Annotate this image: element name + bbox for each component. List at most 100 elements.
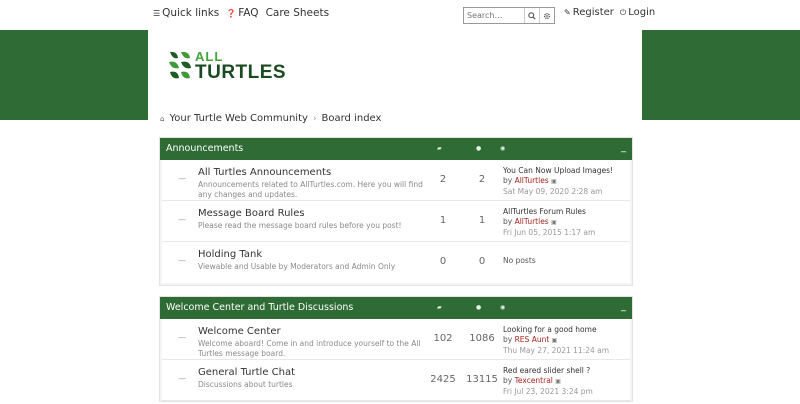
search-input[interactable] (464, 8, 524, 23)
top-nav-right: ✎ Register ⏻ Login (564, 7, 655, 18)
hamburger-icon: ☰ (153, 8, 161, 18)
last-post-time: Fri Jul 23, 2021 3:24 pm (503, 387, 593, 396)
topics-count: 1 (439, 215, 447, 226)
home-icon: ⌂ (160, 114, 165, 123)
forum-name[interactable]: General Turtle Chat (198, 367, 295, 378)
login-link[interactable]: ⏻ Login (620, 7, 655, 18)
forum-row[interactable]: — Message Board Rules Please read the me… (162, 201, 630, 242)
last-post-author[interactable]: RES Aunt (515, 335, 550, 344)
site-logo[interactable]: ALL TURTLES (167, 50, 286, 82)
forum-description: Discussions about turtles (198, 380, 293, 389)
forum-row[interactable]: — Welcome Center Welcome aboard! Come in… (162, 319, 630, 360)
collapse-category-button[interactable]: _ (621, 142, 626, 153)
last-post-info: Red eared slider shell ? by Texcentral ▣… (503, 366, 593, 397)
forum-description: Viewable and Usable by Moderators and Ad… (198, 262, 396, 271)
last-post-info: No posts (503, 256, 536, 266)
breadcrumb-home[interactable]: Your Turtle Web Community (169, 113, 307, 124)
last-post-title[interactable]: Red eared slider shell ? (503, 366, 593, 376)
topics-column-icon: ▰ (437, 304, 442, 311)
view-latest-post-icon[interactable]: ▣ (551, 219, 557, 226)
topics-count: 2425 (430, 374, 456, 385)
page-content: ⌂ Your Turtle Web Community › Board inde… (148, 104, 642, 404)
pencil-icon: ✎ (564, 8, 571, 17)
login-label: Login (628, 7, 656, 18)
breadcrumb: ⌂ Your Turtle Web Community › Board inde… (160, 113, 381, 124)
category-header: Welcome Center and Turtle Discussions ▰ … (160, 297, 632, 319)
posts-count: 2 (478, 174, 486, 185)
advanced-search-button[interactable] (539, 8, 554, 23)
forum-description: Announcements related to AllTurtles.com.… (198, 180, 423, 199)
register-label: Register (572, 7, 614, 18)
quick-links-menu[interactable]: ☰ Quick links (153, 7, 219, 19)
logo-word-turtles: TURTLES (195, 62, 287, 83)
last-post-title[interactable]: You Can Now Upload Images! (503, 166, 613, 176)
last-post-by: by (503, 176, 513, 185)
search-box (463, 7, 555, 24)
last-post-time: Fri Jun 05, 2015 1:17 am (503, 228, 596, 237)
turtle-logo-icon (169, 51, 191, 79)
logo-wordmark: ALL TURTLES (195, 50, 286, 82)
last-post-title[interactable]: AllTurtles Forum Rules (503, 207, 595, 217)
view-latest-post-icon[interactable]: ▣ (552, 337, 558, 344)
forum-row[interactable]: — General Turtle Chat Discussions about … (162, 360, 630, 401)
forum-name[interactable]: Message Board Rules (198, 208, 305, 219)
forum-read-icon: — (178, 374, 186, 383)
breadcrumb-board-index[interactable]: Board index (322, 113, 382, 124)
forum-read-icon: — (178, 174, 186, 183)
last-post-author[interactable]: AllTurtles (515, 217, 549, 226)
posts-count: 0 (478, 256, 486, 267)
category-title[interactable]: Welcome Center and Turtle Discussions (166, 302, 353, 313)
forum-row[interactable]: — All Turtles Announcements Announcement… (162, 160, 630, 201)
category-title[interactable]: Announcements (166, 143, 243, 154)
posts-column-icon: ● (476, 304, 482, 311)
care-sheets-link[interactable]: Care Sheets (266, 7, 329, 19)
forum-name[interactable]: All Turtles Announcements (198, 167, 331, 178)
last-post-column-icon: ◉ (500, 304, 506, 311)
last-post-time: Sat May 09, 2020 2:28 am (503, 187, 603, 196)
last-post-by: by (503, 376, 513, 385)
topics-count: 102 (433, 333, 453, 344)
collapse-category-button[interactable]: _ (621, 301, 626, 312)
topics-count: 0 (439, 256, 447, 267)
quick-links-label: Quick links (162, 7, 220, 19)
last-post-title[interactable]: Looking for a good home (503, 325, 609, 335)
top-navbar: ☰ Quick links ❓ FAQ Care Sheets ✎ Regist… (0, 0, 800, 30)
forum-read-icon: — (178, 256, 186, 265)
topics-column-icon: ▰ (437, 145, 442, 152)
last-post-column-icon: ◉ (500, 145, 506, 152)
forum-name[interactable]: Welcome Center (198, 326, 281, 337)
top-nav-left: ☰ Quick links ❓ FAQ Care Sheets (153, 7, 329, 19)
category-welcome-center: Welcome Center and Turtle Discussions ▰ … (159, 296, 633, 402)
last-post-info: You Can Now Upload Images! by AllTurtles… (503, 166, 613, 197)
posts-column-icon: ● (476, 145, 482, 152)
gear-icon (543, 12, 551, 19)
topics-count: 2 (439, 174, 447, 185)
forum-description: Welcome aboard! Come in and introduce yo… (198, 339, 421, 358)
forum-name[interactable]: Holding Tank (198, 249, 262, 260)
posts-count: 1 (478, 215, 486, 226)
no-posts-label: No posts (503, 256, 536, 265)
last-post-info: AllTurtles Forum Rules by AllTurtles ▣ F… (503, 207, 595, 238)
power-icon: ⏻ (619, 7, 627, 17)
care-sheets-label: Care Sheets (265, 7, 330, 19)
posts-count: 1086 (469, 333, 495, 344)
search-icon (528, 11, 536, 20)
last-post-author[interactable]: Texcentral (515, 376, 553, 385)
forum-read-icon: — (178, 215, 186, 224)
forum-row[interactable]: — Holding Tank Viewable and Usable by Mo… (162, 242, 630, 283)
last-post-author[interactable]: AllTurtles (515, 176, 549, 185)
last-post-by: by (503, 335, 513, 344)
faq-label: FAQ (238, 7, 259, 19)
search-button[interactable] (524, 8, 539, 23)
forum-read-icon: — (178, 333, 186, 342)
view-latest-post-icon[interactable]: ▣ (555, 378, 561, 385)
category-header: Announcements ▰ ● ◉ _ (160, 138, 632, 160)
last-post-time: Thu May 27, 2021 11:24 am (503, 346, 610, 355)
forum-description: Please read the message board rules befo… (198, 221, 402, 230)
category-announcements: Announcements ▰ ● ◉ _ — All Turtles Anno… (159, 137, 633, 286)
faq-link[interactable]: ❓ FAQ (226, 7, 258, 19)
breadcrumb-separator-icon: › (312, 113, 317, 124)
view-latest-post-icon[interactable]: ▣ (551, 178, 557, 185)
register-link[interactable]: ✎ Register (564, 7, 614, 18)
last-post-info: Looking for a good home by RES Aunt ▣ Th… (503, 325, 609, 356)
